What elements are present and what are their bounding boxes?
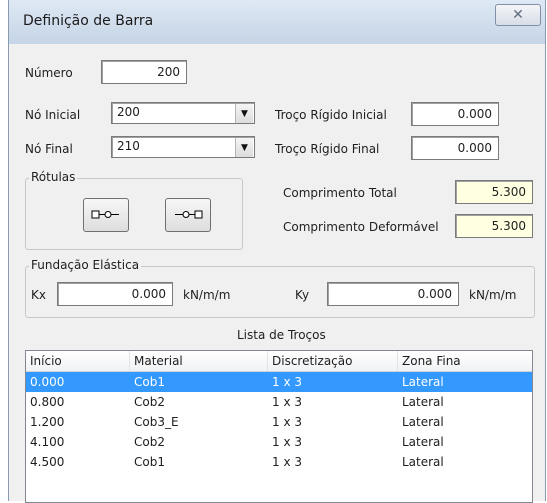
ky-field[interactable]: 0.000 <box>327 282 459 306</box>
discretizacao-cell: 1 x 3 <box>272 455 302 469</box>
no-final-value: 210 <box>117 139 140 153</box>
troco-rigido-inicial-label: Troço Rígido Inicial <box>275 108 387 122</box>
table-row[interactable]: 4.100 Cob2 1 x 3 Lateral <box>26 432 532 452</box>
troco-rigido-inicial-field[interactable]: 0.000 <box>411 102 499 126</box>
zona-fina-cell: Lateral <box>402 395 444 409</box>
discretizacao-cell: 1 x 3 <box>272 395 302 409</box>
material-cell: Cob2 <box>134 435 165 449</box>
chevron-down-icon[interactable]: ▼ <box>235 138 253 157</box>
column-header-zona-fina[interactable]: Zona Fina <box>398 351 532 371</box>
inicio-cell: 1.200 <box>30 415 65 429</box>
list-header: Início Material Discretização Zona Fina <box>26 351 532 372</box>
ky-unit: kN/m/m <box>469 288 517 302</box>
table-row[interactable]: 4.500 Cob1 1 x 3 Lateral <box>26 452 532 472</box>
column-header-discretizacao[interactable]: Discretização <box>268 351 398 371</box>
dialog-window: Definição de Barra ✕ Número 200 Nó Inici… <box>8 0 546 503</box>
comprimento-total-label: Comprimento Total <box>283 186 397 200</box>
window-title: Definição de Barra <box>23 13 154 29</box>
inicio-cell: 4.100 <box>30 435 65 449</box>
rotulas-title: Rótulas <box>29 170 78 184</box>
trocos-list[interactable]: Início Material Discretização Zona Fina … <box>25 350 533 503</box>
column-header-material[interactable]: Material <box>130 351 268 371</box>
close-icon: ✕ <box>512 7 524 23</box>
dialog-body: Número 200 Nó Inicial 200 ▼ Nó Final 210… <box>15 44 539 503</box>
numero-field[interactable]: 200 <box>101 60 187 84</box>
title-bar: Definição de Barra ✕ <box>9 0 545 44</box>
no-final-dropdown[interactable]: 210 ▼ <box>111 136 255 158</box>
material-cell: Cob1 <box>134 455 165 469</box>
fundacao-title: Fundação Elástica <box>29 258 142 272</box>
close-button[interactable]: ✕ <box>495 4 541 26</box>
zona-fina-cell: Lateral <box>402 435 444 449</box>
comprimento-total-field: 5.300 <box>455 180 533 204</box>
discretizacao-cell: 1 x 3 <box>272 435 302 449</box>
numero-label: Número <box>25 66 73 80</box>
table-row[interactable]: 1.200 Cob3_E 1 x 3 Lateral <box>26 412 532 432</box>
inicio-cell: 0.000 <box>30 375 65 389</box>
table-row[interactable]: 0.800 Cob2 1 x 3 Lateral <box>26 392 532 412</box>
hinge-end-icon <box>175 210 203 219</box>
chevron-down-icon[interactable]: ▼ <box>235 104 253 123</box>
zona-fina-cell: Lateral <box>402 415 444 429</box>
ky-label: Ky <box>295 288 310 302</box>
kx-label: Kx <box>31 288 46 302</box>
zona-fina-cell: Lateral <box>402 375 444 389</box>
lista-title: Lista de Troços <box>237 328 326 342</box>
no-final-label: Nó Final <box>25 142 73 156</box>
discretizacao-cell: 1 x 3 <box>272 375 302 389</box>
material-cell: Cob2 <box>134 395 165 409</box>
inicio-cell: 4.500 <box>30 455 65 469</box>
no-inicial-dropdown[interactable]: 200 ▼ <box>111 102 255 124</box>
material-cell: Cob1 <box>134 375 165 389</box>
no-inicial-label: Nó Inicial <box>25 108 81 122</box>
hinge-start-icon <box>91 210 119 219</box>
troco-rigido-final-field[interactable]: 0.000 <box>411 136 499 160</box>
hinge-start-button[interactable] <box>83 198 129 232</box>
discretizacao-cell: 1 x 3 <box>272 415 302 429</box>
hinge-end-button[interactable] <box>165 198 211 232</box>
zona-fina-cell: Lateral <box>402 455 444 469</box>
column-header-inicio[interactable]: Início <box>26 351 130 371</box>
material-cell: Cob3_E <box>134 415 179 429</box>
inicio-cell: 0.800 <box>30 395 65 409</box>
kx-field[interactable]: 0.000 <box>57 282 173 306</box>
troco-rigido-final-label: Troço Rígido Final <box>275 142 380 156</box>
table-row[interactable]: 0.000 Cob1 1 x 3 Lateral <box>26 372 532 392</box>
kx-unit: kN/m/m <box>183 288 231 302</box>
comprimento-deformavel-label: Comprimento Deformável <box>283 220 439 234</box>
no-inicial-value: 200 <box>117 105 140 119</box>
comprimento-deformavel-field: 5.300 <box>455 214 533 238</box>
